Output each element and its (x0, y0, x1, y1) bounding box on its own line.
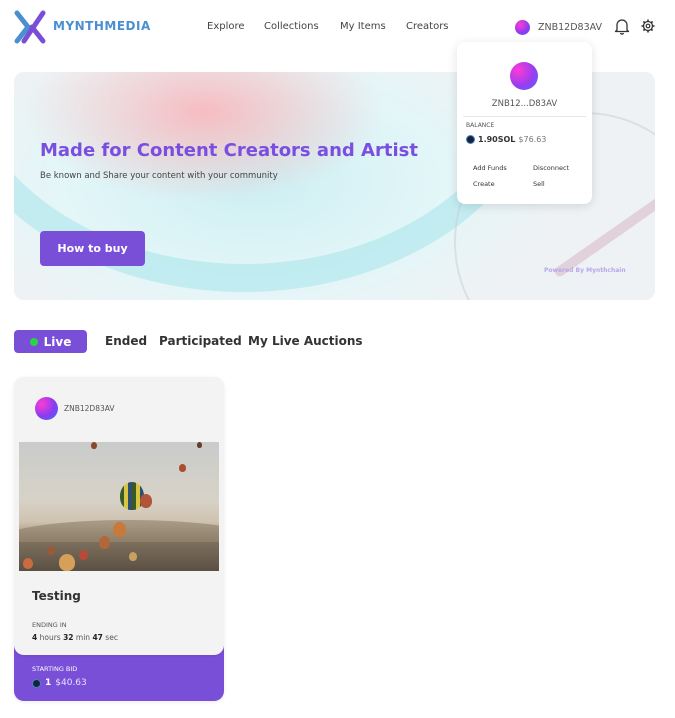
countdown-minutes: 32 (63, 633, 74, 642)
ending-in-label: ENDING IN (32, 621, 67, 629)
disconnect-link[interactable]: Disconnect (533, 164, 569, 172)
balloon (140, 494, 152, 508)
countdown-seconds-unit: sec (105, 633, 118, 642)
balloon (79, 550, 88, 560)
sol-icon (466, 135, 475, 144)
tab-live[interactable]: Live (14, 330, 87, 353)
countdown-minutes-unit: min (75, 633, 91, 642)
balloon (197, 442, 202, 448)
balance-usd: $76.63 (518, 135, 547, 144)
nav-collections[interactable]: Collections (264, 21, 319, 32)
powered-by-text[interactable]: Powered By Mynthchain (544, 267, 626, 274)
balance-sol: 1.90SOL (478, 135, 516, 144)
balloon (91, 442, 97, 449)
create-link[interactable]: Create (473, 180, 495, 188)
balloon (113, 522, 126, 537)
tab-participated[interactable]: Participated (159, 334, 242, 348)
balance-label: BALANCE (466, 122, 495, 129)
tab-my-live-auctions[interactable]: My Live Auctions (248, 334, 363, 348)
wallet-avatar (510, 62, 538, 90)
gear-icon[interactable] (641, 19, 655, 33)
balance-value: 1.90SOL $76.63 (466, 135, 546, 144)
balloon (47, 546, 55, 555)
auction-card-body: ZNB12D83AV Testing ENDING IN 4 hours 32 … (14, 377, 224, 655)
user-avatar[interactable] (515, 20, 530, 35)
brand-name[interactable]: MYNTHMEDIA (53, 19, 151, 33)
how-to-buy-button[interactable]: How to buy (40, 231, 145, 266)
bid-sol: 1 (45, 678, 52, 688)
balloon (179, 464, 186, 472)
starting-bid-value: 1 $40.63 (32, 678, 87, 688)
countdown-hours-unit: hours (39, 633, 61, 642)
starting-bid-label: STARTING BID (32, 665, 78, 673)
bell-icon[interactable] (614, 18, 630, 35)
add-funds-link[interactable]: Add Funds (473, 164, 507, 172)
banner-subtitle: Be known and Share your content with you… (40, 171, 278, 181)
wallet-name: ZNB12...D83AV (491, 99, 558, 109)
balloon (129, 552, 137, 561)
balloon (23, 558, 33, 569)
creator-name[interactable]: ZNB12D83AV (64, 404, 115, 413)
balloon (99, 536, 110, 549)
tab-ended[interactable]: Ended (105, 334, 147, 348)
nav-creators[interactable]: Creators (406, 21, 449, 32)
user-id[interactable]: ZNB12D83AV (538, 22, 602, 33)
nav-my-items[interactable]: My Items (340, 21, 386, 32)
sol-icon (32, 678, 41, 688)
ending-countdown: 4 hours 32 min 47 sec (32, 633, 118, 642)
countdown-hours: 4 (32, 633, 38, 642)
banner-title: Made for Content Creators and Artist (40, 140, 418, 161)
tab-live-label: Live (43, 334, 72, 349)
bid-usd: $40.63 (55, 678, 87, 688)
divider (463, 116, 586, 117)
countdown-seconds: 47 (92, 633, 103, 642)
auction-image[interactable] (19, 442, 219, 571)
logo-icon[interactable] (14, 10, 46, 44)
nav-explore[interactable]: Explore (207, 21, 245, 32)
wallet-popup: ZNB12...D83AV BALANCE 1.90SOL $76.63 Add… (457, 42, 592, 204)
balloon (59, 554, 75, 571)
sell-link[interactable]: Sell (533, 180, 545, 188)
creator-avatar[interactable] (35, 397, 58, 420)
auction-card[interactable]: ZNB12D83AV Testing ENDING IN 4 hours 32 … (14, 377, 224, 701)
auction-title[interactable]: Testing (32, 589, 81, 603)
live-indicator-dot (29, 337, 38, 346)
